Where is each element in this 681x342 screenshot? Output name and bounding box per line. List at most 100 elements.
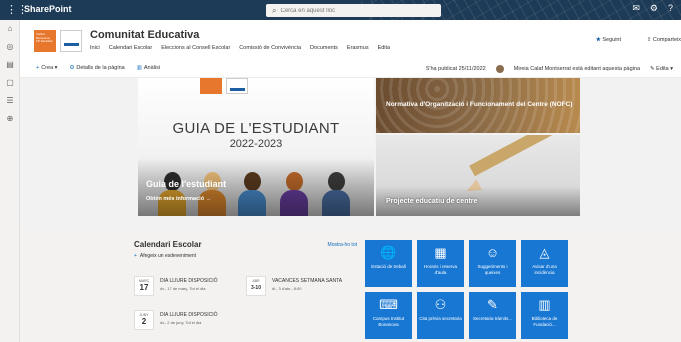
plus-icon: + xyxy=(134,253,137,259)
hero-tile-projecte[interactable]: Projecte educatiu de centre xyxy=(376,135,580,216)
nav-item-eleccions[interactable]: Eleccions al Consell Escolar xyxy=(161,45,230,51)
suite-icons: ✉ ⚙ ? xyxy=(632,3,673,14)
quicklink-label: Estació de treball xyxy=(371,264,406,269)
home-icon[interactable]: ⌂ xyxy=(0,20,20,38)
share-label: Comparteix xyxy=(652,37,681,43)
hero-tile-projecte-title: Projecte educatiu de centre xyxy=(386,198,478,205)
follow-label: Seguint xyxy=(602,37,621,43)
new-button[interactable]: + Crea ▾ xyxy=(36,65,57,71)
page-details-label: Detalls de la pàgina xyxy=(76,65,125,71)
nav-item-inici[interactable]: Inici xyxy=(90,45,100,51)
search-icon: ⌕ xyxy=(272,5,277,15)
event-item[interactable]: ABR 3-10 VACANCES SETMANA SANTA dl., 3 d… xyxy=(244,276,356,298)
quicklink-label: Horaris i reserva d'aula xyxy=(423,264,457,275)
calendar-icon: ▦ xyxy=(434,245,447,260)
chat-icon[interactable]: ✉ xyxy=(632,3,640,14)
site-header: Institut Bonanova FP Sanitària Comunitat E… xyxy=(20,20,681,60)
left-rail: ⌂ ◎ ▤ ▢ ☰ ⊕ xyxy=(0,20,20,342)
hero-section: GUIA DE L'ESTUDIANT 2022-2023 Guia de l'… xyxy=(20,78,681,228)
school-logo[interactable]: Institut Bonanova FP Sanitària xyxy=(34,30,56,52)
event-title: DIA LLIURE DISPOSICIÓ xyxy=(160,278,218,284)
school-logo-small xyxy=(200,78,222,94)
event-time: dv., 17 de març, Tot el dia xyxy=(160,286,206,291)
quicklink-label: Secretaria tràmits... xyxy=(472,316,512,321)
pencil-image xyxy=(469,135,580,177)
event-title: DIA LLIURE DISPOSICIÓ xyxy=(160,312,218,318)
app-name[interactable]: SharePoint xyxy=(24,4,72,14)
nav-item-erasmus[interactable]: Erasmus xyxy=(347,45,369,51)
command-bar: + Crea ▾ ⚙ Detalls de la pàgina ▥ Anàlisi S… xyxy=(20,60,681,78)
hero-tile-nofc[interactable]: Normativa d'Organització i Funcionament … xyxy=(376,78,580,133)
new-label: Crea xyxy=(41,65,54,71)
news-icon[interactable]: ▤ xyxy=(0,56,20,74)
share-button[interactable]: ⇪ Comparteix xyxy=(647,37,681,43)
create-icon[interactable]: ⊕ xyxy=(0,110,20,128)
editor-status: Mireia Calaf Montserrat està editant aqu… xyxy=(513,66,641,72)
see-all-link[interactable]: Mostra-ho tot xyxy=(328,242,357,248)
quicklink-estacio[interactable]: 🌐 Estació de treball xyxy=(365,240,412,287)
hero-more-link[interactable]: Obtén més informació → xyxy=(146,196,211,202)
consorci-logo xyxy=(60,30,82,52)
analytics-button[interactable]: ▥ Anàlisi xyxy=(137,65,160,71)
event-time: dl., 3 d'abr., 8:00 xyxy=(272,286,302,291)
quicklink-cita[interactable]: ⚇ Cita prèvia secretaria xyxy=(417,292,464,339)
globe-icon[interactable]: ◎ xyxy=(0,38,20,56)
chart-icon: ▥ xyxy=(136,65,142,71)
feedback-icon: ☺ xyxy=(485,245,500,260)
alert-icon: ◬ xyxy=(539,245,550,260)
lists-icon[interactable]: ☰ xyxy=(0,92,20,110)
plus-icon: + xyxy=(36,65,40,71)
suite-bar: ⋮⋮ SharePoint ⌕ ✉ ⚙ ? xyxy=(0,0,681,20)
help-icon[interactable]: ? xyxy=(668,3,673,14)
library-icon: ▥ xyxy=(538,297,551,312)
nav-item-documents[interactable]: Documents xyxy=(310,45,338,51)
quicklink-secretaria[interactable]: ✎ Secretaria tràmits... xyxy=(469,292,516,339)
star-icon: ★ xyxy=(595,37,601,43)
hero-caption: Guia de l'estudiant xyxy=(146,179,227,189)
quicklink-campus[interactable]: ⌨ Campus Institut Bonanova xyxy=(365,292,412,339)
quicklink-biblioteca[interactable]: ▥ Biblioteca de Fundació... xyxy=(521,292,568,339)
event-day: 17 xyxy=(139,283,149,292)
globe-icon: 🌐 xyxy=(380,245,397,260)
waffle-icon[interactable]: ⋮⋮ xyxy=(6,4,28,16)
quicklink-suggeriments[interactable]: ☺ Suggeriments i queixes xyxy=(469,240,516,287)
event-item[interactable]: JUNY 2 DIA LLIURE DISPOSICIÓ dv., 2 de j… xyxy=(132,310,244,332)
quicklink-label: Avisar d'una incidència xyxy=(532,264,557,275)
analytics-label: Anàlisi xyxy=(143,65,161,71)
quicklink-label: Cita prèvia secretaria xyxy=(419,316,462,321)
settings-icon[interactable]: ⚙ xyxy=(650,3,658,14)
lower-section: Calendari Escolar Mostra-ho tot + Afegeix… xyxy=(20,228,681,342)
page-details-button[interactable]: ⚙ Detalls de la pàgina xyxy=(69,65,124,71)
edit-button[interactable]: ✎ Edita ▾ xyxy=(650,66,673,72)
event-date: JUNY 2 xyxy=(134,310,154,330)
hero-tile-guia[interactable]: GUIA DE L'ESTUDIANT 2022-2023 Guia de l'… xyxy=(138,78,374,216)
search-box[interactable]: ⌕ xyxy=(266,4,441,17)
hero-tile-nofc-title: Normativa d'Organització i Funcionament … xyxy=(386,101,573,108)
laptop-icon: ⌨ xyxy=(379,297,398,312)
people-icon: ⚇ xyxy=(434,297,447,312)
files-icon[interactable]: ▢ xyxy=(0,74,20,92)
quicklink-incidencia[interactable]: ◬ Avisar d'una incidència xyxy=(521,240,568,287)
nav-item-comissio[interactable]: Comissió de Convivència xyxy=(239,45,301,51)
quicklink-label: Biblioteca de Fundació... xyxy=(531,316,558,327)
nav-item-calendari[interactable]: Calendari Escolar xyxy=(109,45,152,51)
event-day: 2 xyxy=(141,317,147,326)
event-time: dv., 2 de juny, Tot el dia xyxy=(160,320,202,325)
add-event-button[interactable]: + Afegeix un esdeveniment xyxy=(134,253,196,259)
event-day: 3-10 xyxy=(250,285,261,291)
nav-item-edita[interactable]: Edita xyxy=(378,45,391,51)
event-date: MARÇ 17 xyxy=(134,276,154,296)
share-icon: ⇪ xyxy=(646,37,652,43)
quicklink-horaris[interactable]: ▦ Horaris i reserva d'aula xyxy=(417,240,464,287)
calendar-webpart: Calendari Escolar Mostra-ho tot + Afegeix… xyxy=(132,238,357,338)
hero-heading: GUIA DE L'ESTUDIANT xyxy=(172,120,340,137)
hero-year: 2022-2023 xyxy=(229,138,283,150)
event-item[interactable]: MARÇ 17 DIA LLIURE DISPOSICIÓ dv., 17 de… xyxy=(132,276,244,298)
follow-button[interactable]: ★ Seguint xyxy=(596,37,621,43)
add-event-label: Afegeix un esdeveniment xyxy=(139,253,197,259)
quick-links: 🌐 Estació de treball ▦ Horaris i reserva… xyxy=(365,240,573,339)
edit-label: Edita xyxy=(656,66,669,72)
search-input[interactable] xyxy=(280,7,431,14)
site-title[interactable]: Comunitat Educativa xyxy=(90,29,199,41)
event-date: ABR 3-10 xyxy=(246,276,266,296)
